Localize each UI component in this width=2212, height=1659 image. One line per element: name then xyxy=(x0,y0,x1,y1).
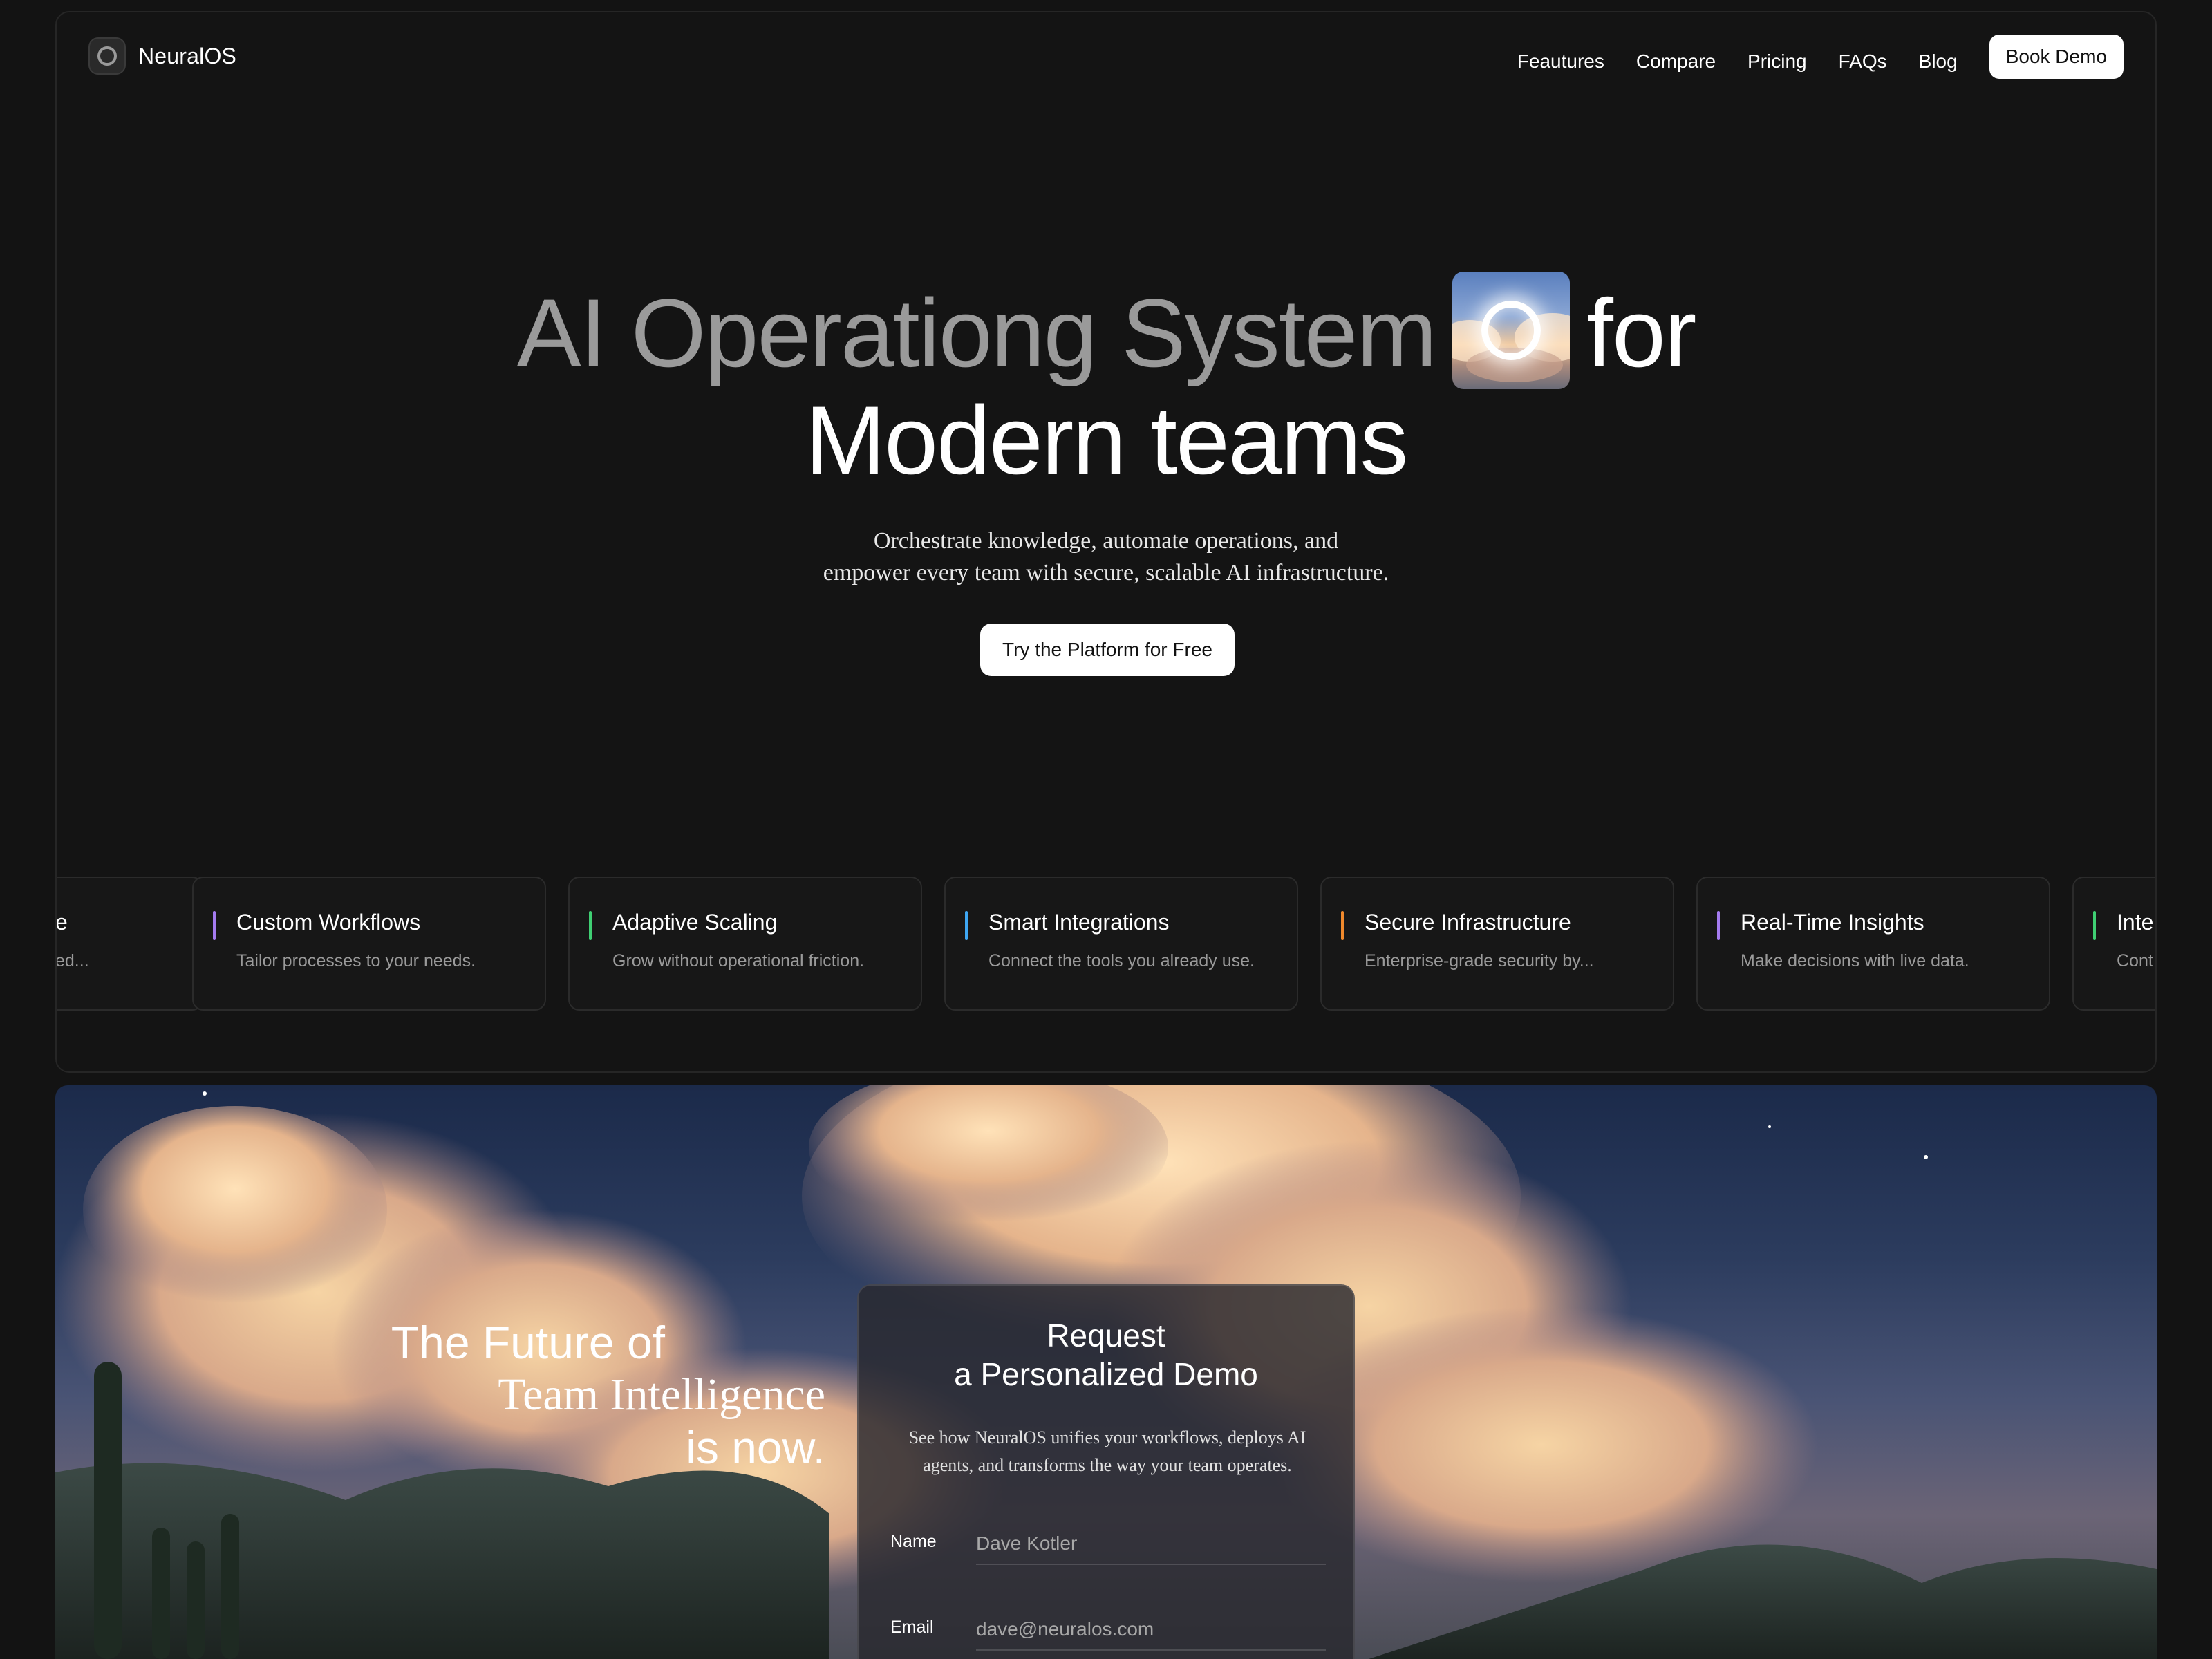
book-demo-button[interactable]: Book Demo xyxy=(1989,35,2124,79)
brand-name: NeuralOS xyxy=(138,43,237,68)
demo-section: The Future of Team Intelligence is now. … xyxy=(55,1085,2157,1659)
name-field: Name xyxy=(890,1519,1326,1575)
headline-for: for xyxy=(1586,279,1696,387)
name-label: Name xyxy=(890,1532,937,1551)
email-input[interactable] xyxy=(976,1609,1326,1651)
feature-desc: Make decisions with live data. xyxy=(1741,951,1969,971)
future-headline: The Future of Team Intelligence is now. xyxy=(55,1316,825,1474)
nav-link-features[interactable]: Feautures xyxy=(1517,50,1604,73)
accent-bar xyxy=(589,911,592,940)
email-label: Email xyxy=(890,1618,934,1637)
hero-headline: AI Operationg System for Modern teams xyxy=(57,272,2155,495)
future-line1: The Future of xyxy=(391,1317,665,1368)
feature-title: e xyxy=(55,910,68,935)
brand[interactable]: NeuralOS xyxy=(88,37,236,75)
top-nav: NeuralOS Feautures Compare Pricing FAQs … xyxy=(57,12,2155,102)
nav-link-blog[interactable]: Blog xyxy=(1919,50,1958,73)
feature-card[interactable]: Secure Infrastructure Enterprise-grade s… xyxy=(1320,877,1674,1011)
feature-card[interactable]: Real-Time Insights Make decisions with l… xyxy=(1696,877,2050,1011)
accent-bar xyxy=(1717,911,1720,940)
headline-muted: AI Operationg System xyxy=(516,279,1438,387)
name-input[interactable] xyxy=(976,1524,1326,1565)
nav-link-compare[interactable]: Compare xyxy=(1636,50,1716,73)
feature-carousel: e ed... Custom Workflows Tailor processe… xyxy=(57,877,2155,1015)
feature-card[interactable]: Smart Integrations Connect the tools you… xyxy=(944,877,1298,1011)
nav-link-faqs[interactable]: FAQs xyxy=(1839,50,1887,73)
feature-title: Intel xyxy=(2117,910,2157,935)
logo-icon xyxy=(88,37,126,75)
feature-card[interactable]: Custom Workflows Tailor processes to you… xyxy=(192,877,546,1011)
feature-card[interactable]: Intel Cont xyxy=(2072,877,2157,1011)
feature-title: Adaptive Scaling xyxy=(612,910,778,935)
feature-desc: Cont xyxy=(2117,951,2153,971)
feature-desc: Tailor processes to your needs. xyxy=(236,951,476,971)
hero-section: NeuralOS Feautures Compare Pricing FAQs … xyxy=(55,11,2157,1073)
accent-bar xyxy=(965,911,968,940)
hero-sub-line2: empower every team with secure, scalable… xyxy=(823,560,1389,585)
form-title: Request a Personalized Demo xyxy=(859,1316,1353,1394)
headline-line2: Modern teams xyxy=(805,386,1409,495)
feature-desc: ed... xyxy=(55,951,89,971)
try-free-button[interactable]: Try the Platform for Free xyxy=(980,624,1235,676)
halo-sky-icon xyxy=(1452,272,1571,390)
accent-bar xyxy=(2093,911,2096,940)
accent-bar xyxy=(1341,911,1344,940)
form-title-line2: a Personalized Demo xyxy=(954,1356,1258,1392)
nav-links: Feautures Compare Pricing FAQs Blog Book… xyxy=(1517,35,2124,79)
feature-desc: Grow without operational friction. xyxy=(612,951,865,971)
feature-card[interactable]: e ed... xyxy=(55,877,203,1011)
form-description: See how NeuralOS unifies your workflows,… xyxy=(908,1427,1306,1475)
feature-desc: Enterprise-grade security by... xyxy=(1365,951,1594,971)
hero-sub-line1: Orchestrate knowledge, automate operatio… xyxy=(873,528,1339,554)
feature-desc: Connect the tools you already use. xyxy=(988,951,1255,971)
feature-title: Custom Workflows xyxy=(236,910,421,935)
feature-title: Smart Integrations xyxy=(988,910,1170,935)
future-line2: Team Intelligence xyxy=(498,1369,825,1420)
hero-subcopy: Orchestrate knowledge, automate operatio… xyxy=(57,525,2155,589)
demo-request-form: Request a Personalized Demo See how Neur… xyxy=(857,1284,1355,1659)
feature-title: Secure Infrastructure xyxy=(1365,910,1571,935)
feature-card[interactable]: Adaptive Scaling Grow without operationa… xyxy=(568,877,922,1011)
feature-title: Real-Time Insights xyxy=(1741,910,1924,935)
form-title-line1: Request xyxy=(1047,1318,1165,1353)
email-field: Email xyxy=(890,1605,1326,1659)
accent-bar xyxy=(213,911,216,940)
nav-link-pricing[interactable]: Pricing xyxy=(1747,50,1807,73)
future-line3: is now. xyxy=(686,1422,825,1473)
